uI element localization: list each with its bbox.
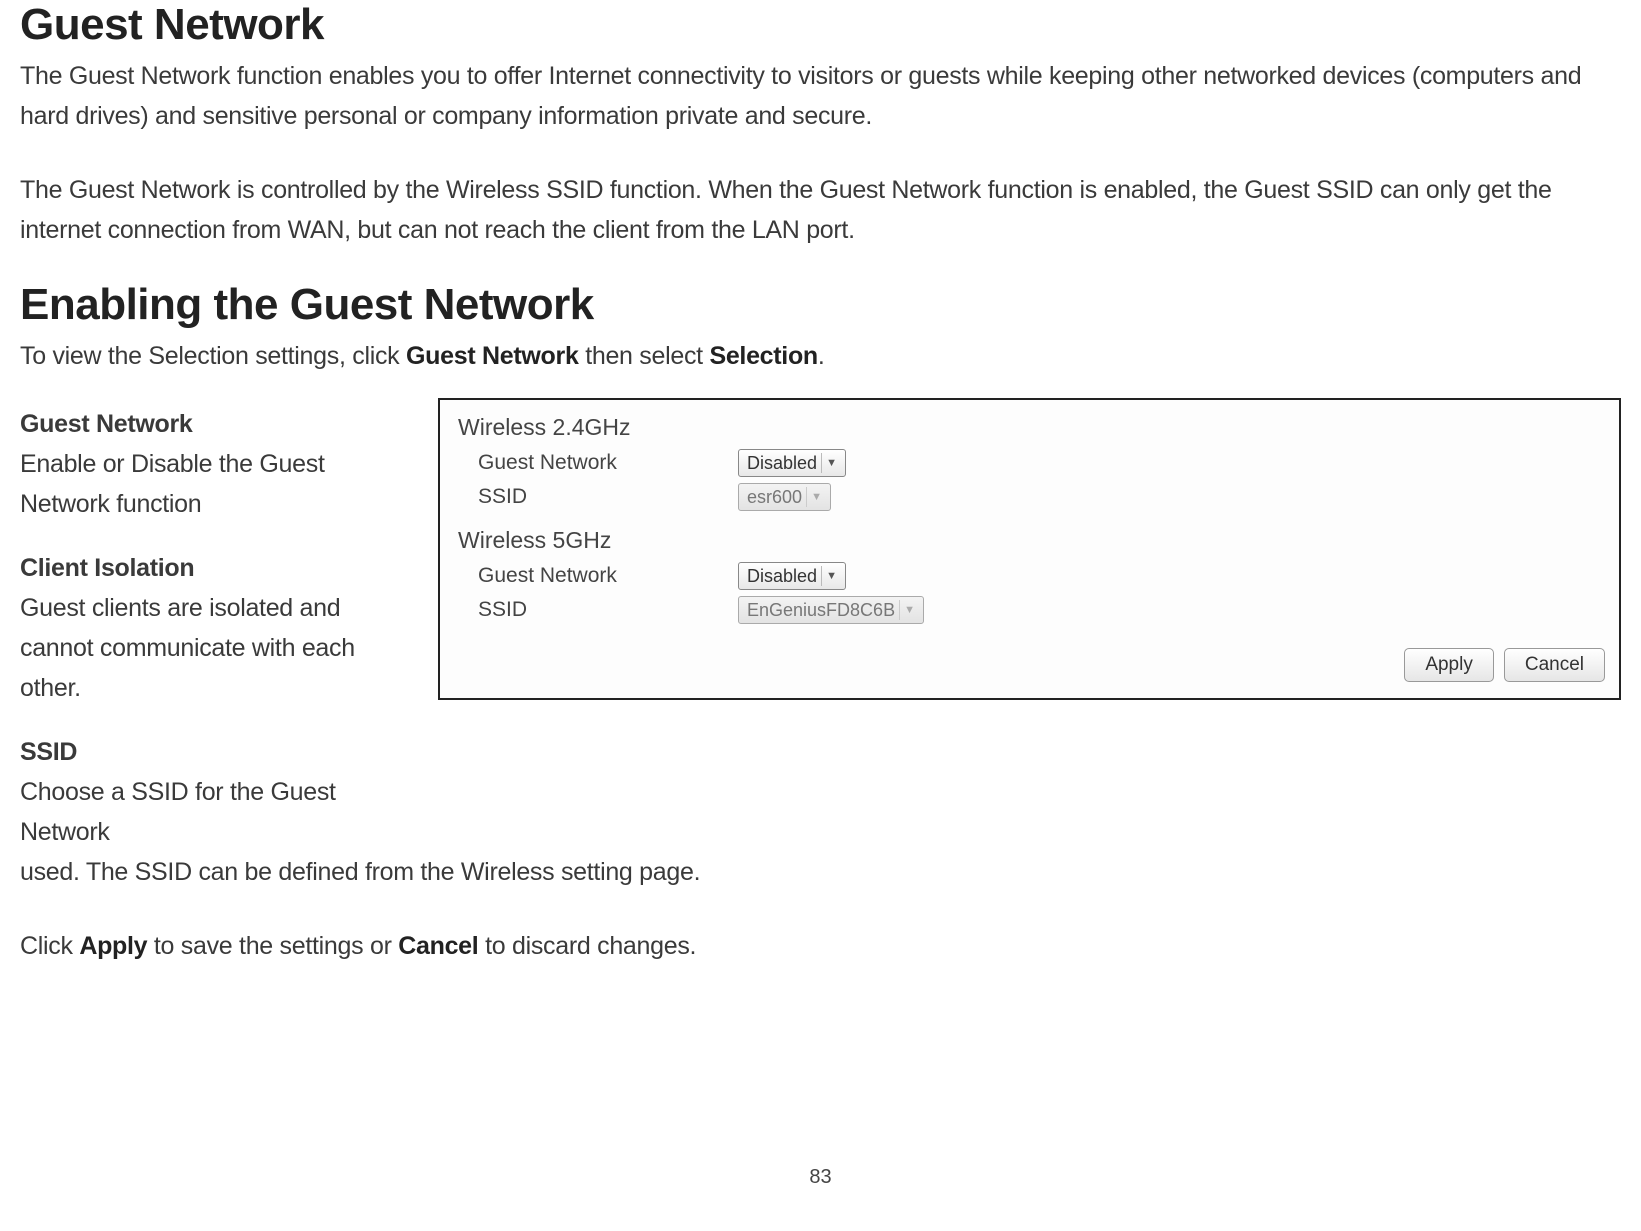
def-guest-network-body: Enable or Disable the Guest Network func… [20, 444, 408, 524]
apply-instruction: Click Apply to save the settings or Canc… [20, 926, 1621, 966]
text-bold: Guest Network [406, 342, 579, 370]
intro-paragraph-1: The Guest Network function enables you t… [20, 56, 1621, 136]
select-value: Disabled [747, 566, 817, 587]
apply-button[interactable]: Apply [1404, 648, 1494, 682]
def-client-isolation-title: Client Isolation [20, 548, 408, 588]
def-guest-network-title: Guest Network [20, 404, 408, 444]
text-bold: Apply [79, 932, 147, 960]
chevron-down-icon: ▼ [899, 600, 919, 620]
select-value: EnGeniusFD8C6B [747, 600, 895, 621]
def-client-isolation-body: Guest clients are isolated and cannot co… [20, 588, 408, 708]
def-ssid-body-cont: used. The SSID can be defined from the W… [20, 852, 1621, 892]
select-guest-network-5[interactable]: Disabled ▼ [738, 562, 846, 590]
text-span: then select [579, 342, 710, 370]
text-span: To view the Selection settings, click [20, 342, 406, 370]
row-5-guest-network: Guest Network Disabled ▼ [454, 562, 1605, 590]
heading-guest-network: Guest Network [20, 0, 1621, 50]
label-ssid-24: SSID [478, 485, 738, 509]
label-guest-network-24: Guest Network [478, 451, 738, 475]
label-guest-network-5: Guest Network [478, 564, 738, 588]
cancel-button[interactable]: Cancel [1504, 648, 1605, 682]
page-number: 83 [20, 1166, 1621, 1189]
chevron-down-icon: ▼ [806, 487, 826, 507]
chevron-down-icon: ▼ [821, 453, 841, 473]
intro-paragraph-2: The Guest Network is controlled by the W… [20, 170, 1621, 250]
select-ssid-24[interactable]: esr600 ▼ [738, 483, 831, 511]
selection-instruction: To view the Selection settings, click Gu… [20, 336, 1621, 376]
settings-panel: Wireless 2.4GHz Guest Network Disabled ▼… [438, 398, 1621, 700]
row-24-guest-network: Guest Network Disabled ▼ [454, 449, 1605, 477]
select-value: Disabled [747, 453, 817, 474]
text-span: Click [20, 932, 79, 960]
text-bold: Selection [709, 342, 817, 370]
row-24-ssid: SSID esr600 ▼ [454, 483, 1605, 511]
def-ssid-body-left: Choose a SSID for the Guest Network [20, 772, 408, 852]
def-ssid-title: SSID [20, 732, 408, 772]
select-guest-network-24[interactable]: Disabled ▼ [738, 449, 846, 477]
chevron-down-icon: ▼ [821, 566, 841, 586]
heading-enabling: Enabling the Guest Network [20, 280, 1621, 330]
label-ssid-5: SSID [478, 598, 738, 622]
section-5ghz-title: Wireless 5GHz [458, 527, 1605, 554]
row-5-ssid: SSID EnGeniusFD8C6B ▼ [454, 596, 1605, 624]
text-span: to discard changes. [478, 932, 696, 960]
text-span: . [818, 342, 825, 370]
select-ssid-5[interactable]: EnGeniusFD8C6B ▼ [738, 596, 924, 624]
text-span: to save the settings or [147, 932, 398, 960]
select-value: esr600 [747, 487, 802, 508]
section-24ghz-title: Wireless 2.4GHz [458, 414, 1605, 441]
text-bold: Cancel [398, 932, 478, 960]
